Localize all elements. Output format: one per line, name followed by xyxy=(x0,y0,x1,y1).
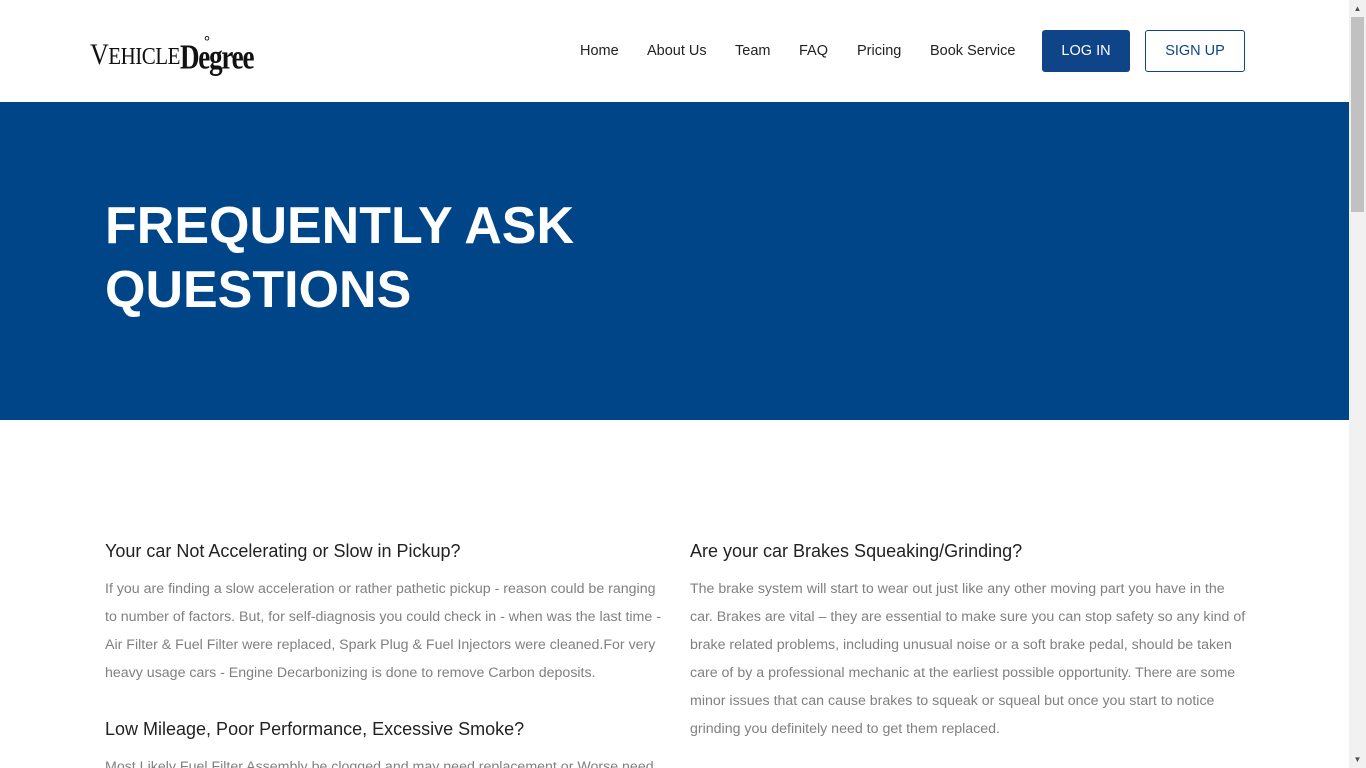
nav-book-service-link[interactable]: Book Service xyxy=(930,43,1015,59)
faq-question: Are your car Brakes Squeaking/Grinding? xyxy=(690,541,1023,561)
nav-about-us-link[interactable]: About Us xyxy=(647,43,707,59)
page-title: FREQUENTLY ASK QUESTIONS xyxy=(105,197,575,319)
faq-column-right: Are your car Brakes Squeaking/Grinding? … xyxy=(690,538,1246,743)
nav-faq-link[interactable]: FAQ xyxy=(799,43,828,59)
logo-degree-mark: ° xyxy=(204,34,210,50)
nav-pricing-link[interactable]: Pricing xyxy=(857,43,901,59)
faq-column-left: Your car Not Accelerating or Slow in Pic… xyxy=(105,538,661,768)
logo-word-vehicle: VEHICLE xyxy=(90,37,180,72)
faq-answer: If you are finding a slow acceleration o… xyxy=(105,581,661,681)
scroll-down-arrow-icon[interactable]: ▼ xyxy=(1349,751,1366,768)
nav-team-link[interactable]: Team xyxy=(735,43,770,59)
hero-banner: FREQUENTLY ASK QUESTIONS xyxy=(0,102,1349,420)
faq-item: Your car Not Accelerating or Slow in Pic… xyxy=(105,538,661,687)
scrollbar-thumb[interactable] xyxy=(1351,17,1364,212)
nav-home-link[interactable]: Home xyxy=(580,43,619,59)
faq-answer: The brake system will start to wear out … xyxy=(690,581,1246,737)
faq-question: Low Mileage, Poor Performance, Excessive… xyxy=(105,719,525,739)
login-button[interactable]: LOG IN xyxy=(1042,30,1130,72)
signup-button[interactable]: SIGN UP xyxy=(1145,30,1245,72)
faq-question: Your car Not Accelerating or Slow in Pic… xyxy=(105,541,461,561)
faq-item: Low Mileage, Poor Performance, Excessive… xyxy=(105,716,661,768)
faq-answer: Most Likely Fuel Filter Assembly be clog… xyxy=(105,759,654,768)
site-header: VEHICLE Degree ° Home About Us Team FAQ … xyxy=(0,0,1349,102)
scroll-up-arrow-icon[interactable]: ▲ xyxy=(1349,0,1366,17)
vehicle-degree-logo[interactable]: VEHICLE Degree ° xyxy=(90,34,269,78)
logo-word-degree: Degree xyxy=(179,39,254,78)
faq-item: Are your car Brakes Squeaking/Grinding? … xyxy=(690,538,1246,743)
page-scrollbar[interactable]: ▲ ▼ xyxy=(1349,0,1366,768)
